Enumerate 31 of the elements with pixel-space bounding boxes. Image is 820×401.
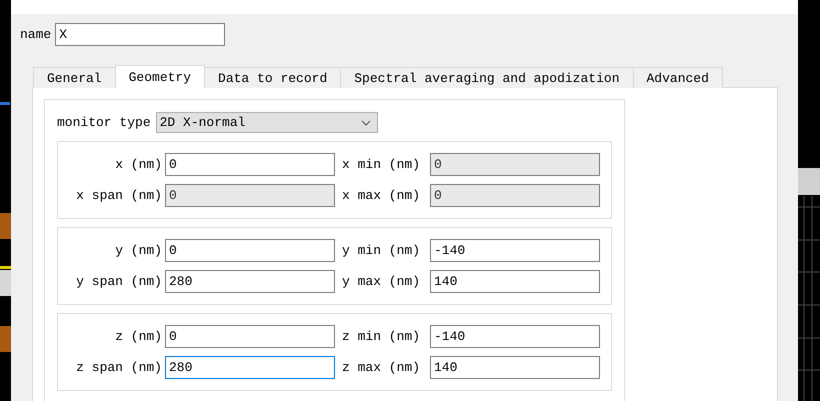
tab[interactable]: General bbox=[33, 67, 116, 88]
field-label: x min (nm) bbox=[341, 157, 422, 172]
number-field[interactable]: 0 bbox=[165, 239, 335, 262]
number-field[interactable]: 140 bbox=[430, 356, 600, 379]
number-field[interactable]: 0 bbox=[165, 325, 335, 348]
tab[interactable]: Geometry bbox=[114, 65, 206, 88]
field-label: x (nm) bbox=[114, 157, 163, 172]
number-field[interactable]: -140 bbox=[430, 239, 600, 262]
field-label: x span (nm) bbox=[75, 188, 163, 203]
number-field[interactable]: 0 bbox=[165, 153, 335, 176]
number-field[interactable]: 280 bbox=[165, 270, 335, 293]
field-label: z min (nm) bbox=[341, 329, 422, 344]
tab[interactable]: Advanced bbox=[632, 67, 723, 88]
tab[interactable]: Data to record bbox=[204, 67, 342, 88]
number-field[interactable]: -140 bbox=[430, 325, 600, 348]
field-label: y min (nm) bbox=[341, 243, 422, 258]
field-label: z (nm) bbox=[114, 329, 163, 344]
field-label: z max (nm) bbox=[341, 360, 422, 375]
field-label: z span (nm) bbox=[75, 360, 163, 375]
name-label: name bbox=[20, 27, 52, 42]
field-label: y max (nm) bbox=[341, 274, 422, 289]
number-field[interactable]: 140 bbox=[430, 270, 600, 293]
tab[interactable]: Spectral averaging and apodization bbox=[340, 67, 634, 88]
field-label: x max (nm) bbox=[341, 188, 422, 203]
monitor-type-dropdown[interactable]: 2D X-normal bbox=[156, 112, 378, 133]
monitor-type-label: monitor type bbox=[57, 115, 151, 130]
number-field[interactable]: 280 bbox=[165, 356, 335, 379]
name-field[interactable]: X bbox=[55, 23, 226, 46]
chevron-down-icon bbox=[360, 120, 371, 126]
field-label: y span (nm) bbox=[75, 274, 163, 289]
field-label: y (nm) bbox=[114, 243, 163, 258]
